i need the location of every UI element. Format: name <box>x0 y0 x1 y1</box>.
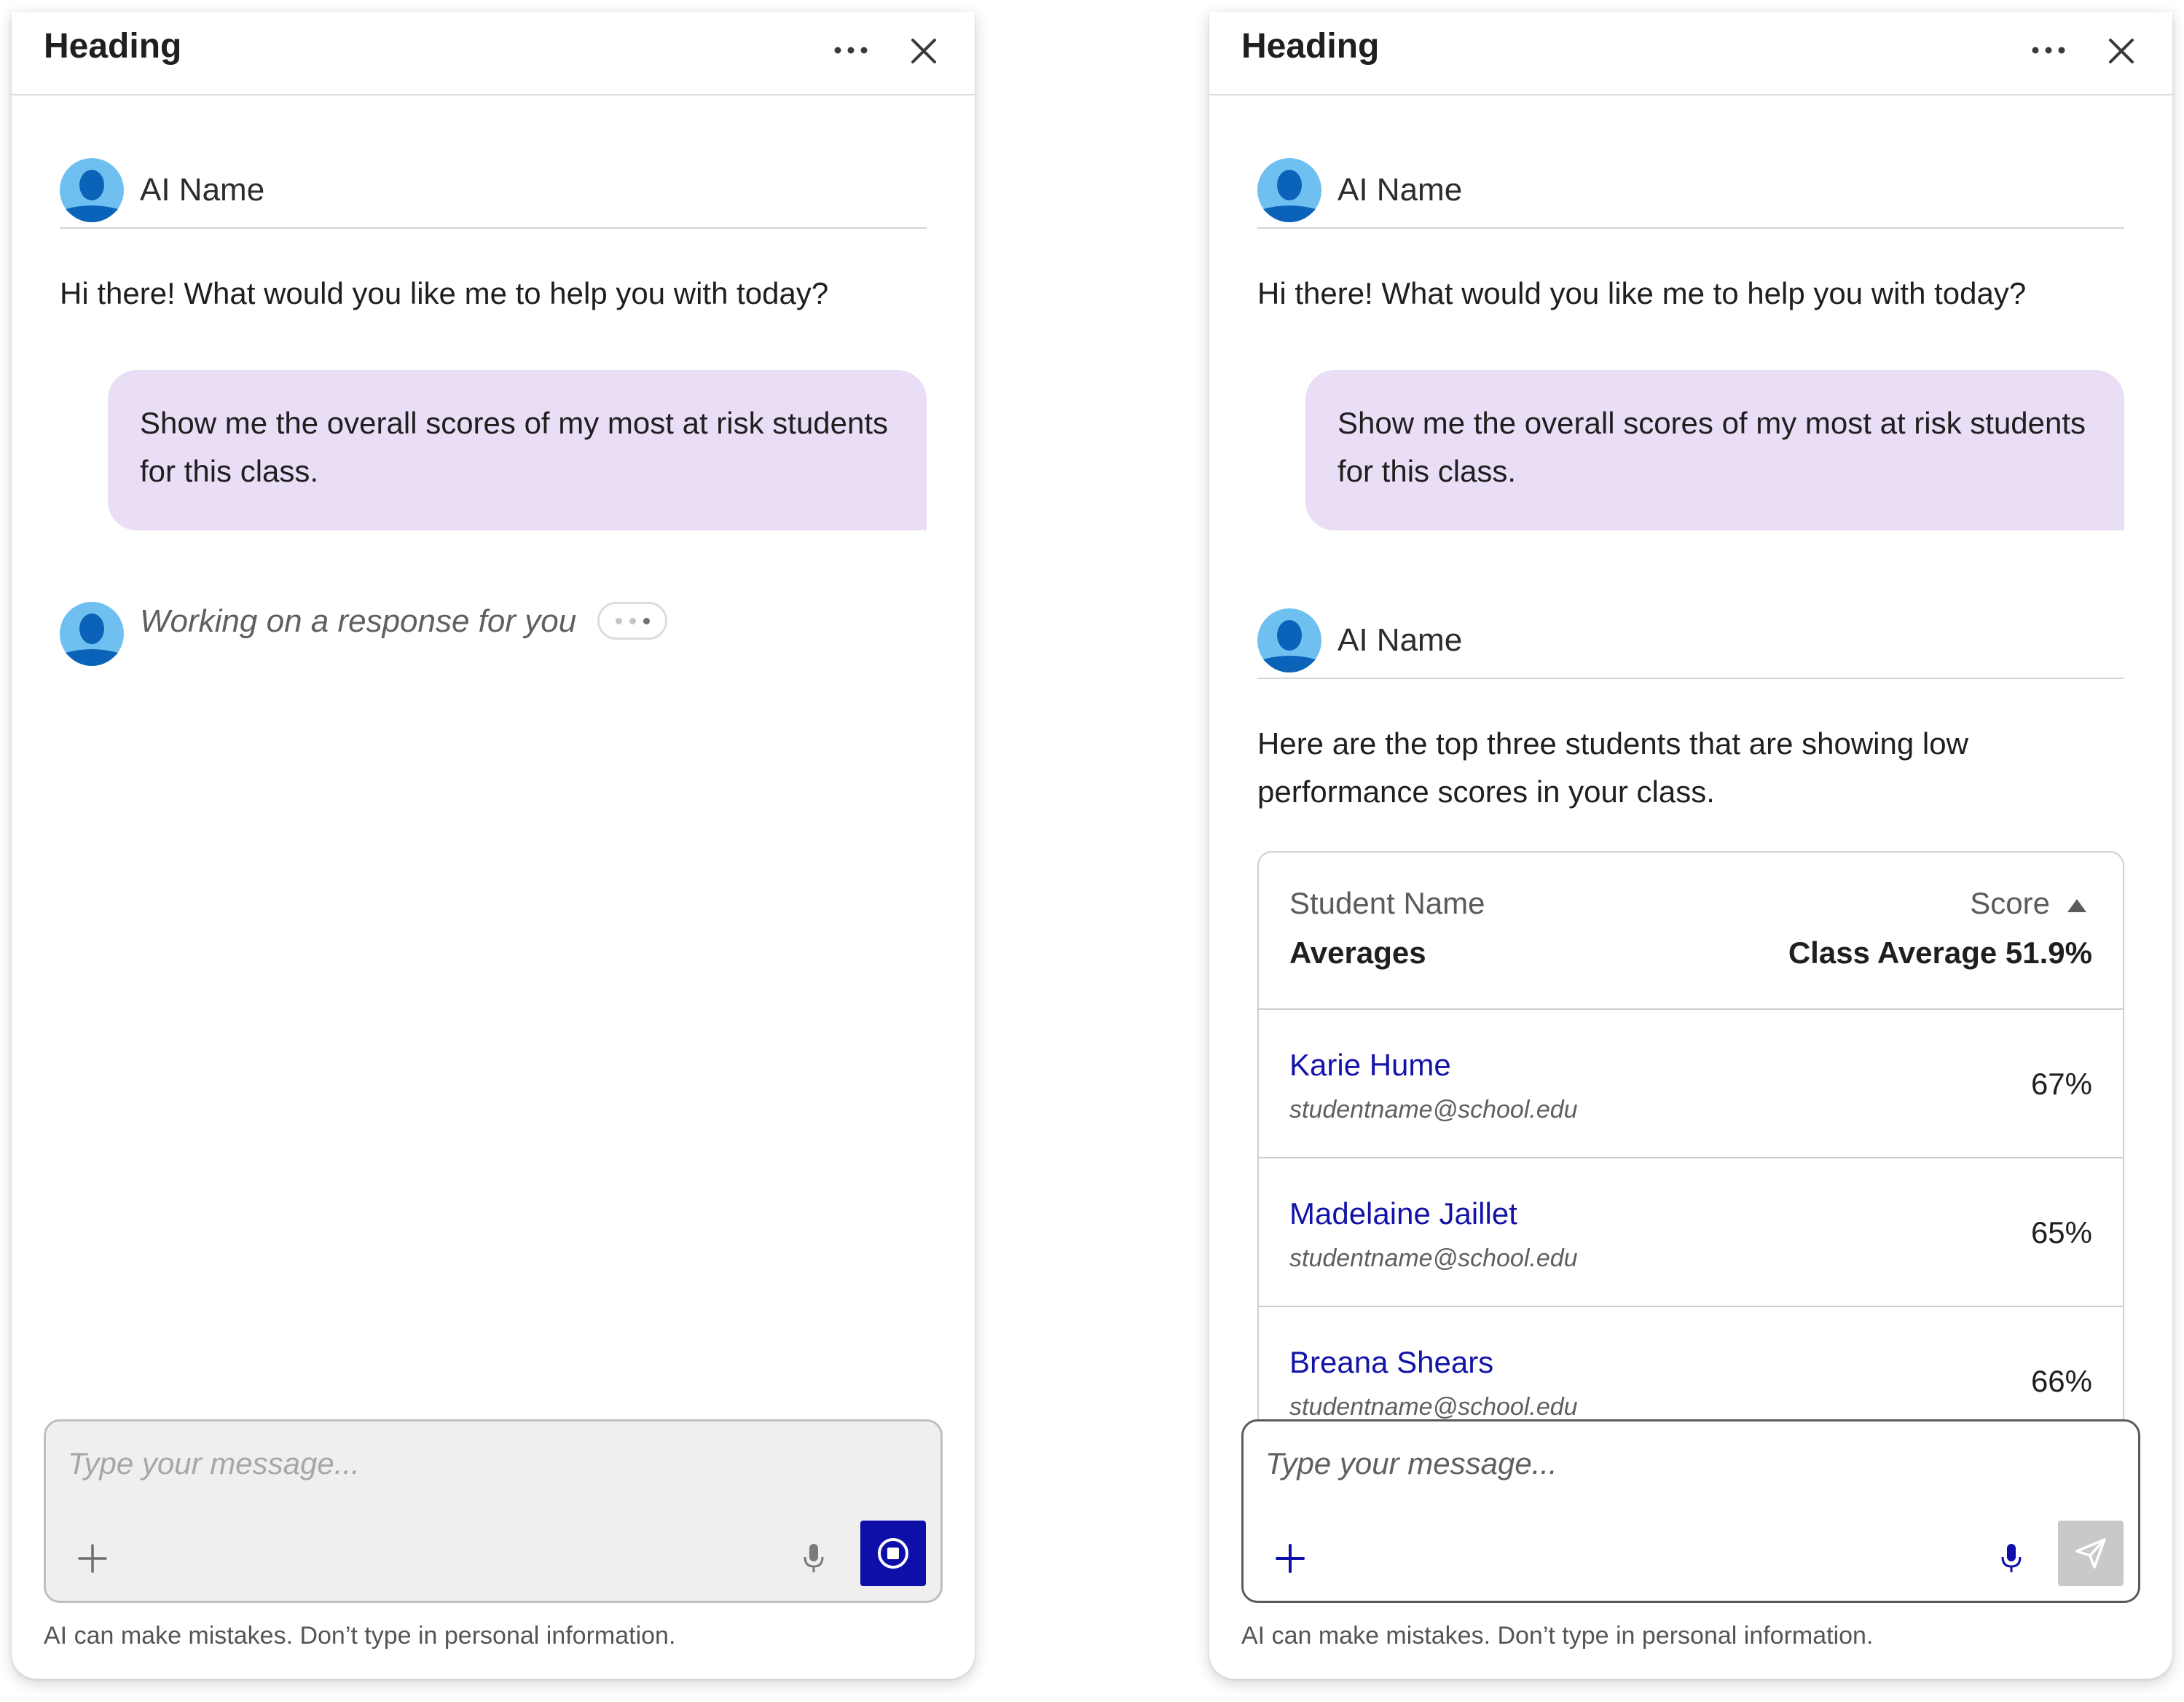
message-input[interactable] <box>1265 1446 2116 1481</box>
ai-header: AI Name <box>1257 152 2124 229</box>
panel-heading: Heading <box>44 27 182 66</box>
student-name-link[interactable]: Karie Hume <box>1289 1048 1451 1083</box>
column-header-student-name[interactable]: Student Name <box>1289 886 1485 921</box>
microphone-icon <box>804 1544 824 1572</box>
student-name-link[interactable]: Breana Shears <box>1289 1345 1493 1380</box>
table-row: Madelaine Jaillet studentname@school.edu… <box>1259 1158 2123 1307</box>
student-score: 67% <box>2030 1067 2092 1101</box>
panel-heading: Heading <box>1241 27 1380 66</box>
user-message-bubble: Show me the overall scores of my most at… <box>108 370 927 530</box>
avatar-icon <box>1257 608 1321 672</box>
typing-indicator <box>597 602 667 640</box>
panel-header: Heading <box>12 12 975 95</box>
student-email: studentname@school.edu <box>1289 1096 1578 1123</box>
working-status-text: Working on a response for you <box>140 603 577 639</box>
close-button[interactable] <box>903 31 944 71</box>
student-score: 66% <box>2030 1364 2092 1398</box>
disclaimer-text: AI can make mistakes. Don’t type in pers… <box>1241 1622 1874 1650</box>
panel-header: Heading <box>1209 12 2172 95</box>
student-email: studentname@school.edu <box>1289 1244 1578 1272</box>
user-message-bubble: Show me the overall scores of my most at… <box>1305 370 2124 530</box>
averages-label: Averages <box>1289 936 1426 970</box>
student-email: studentname@school.edu <box>1289 1393 1578 1419</box>
avatar-icon <box>1257 158 1321 222</box>
ai-name: AI Name <box>1337 622 1463 658</box>
avatar-icon <box>60 602 124 666</box>
add-attachment-button[interactable] <box>1270 1538 1311 1579</box>
stop-generating-button[interactable] <box>860 1521 926 1586</box>
table-row: Breana Shears studentname@school.edu 66% <box>1259 1307 2123 1419</box>
message-composer <box>44 1419 943 1603</box>
sort-ascending-icon[interactable] <box>2066 898 2088 914</box>
add-attachment-button[interactable] <box>72 1538 113 1579</box>
plus-icon <box>1276 1544 1305 1573</box>
disclaimer-text: AI can make mistakes. Don’t type in pers… <box>44 1622 676 1650</box>
student-score: 65% <box>2030 1215 2092 1250</box>
table-row: Karie Hume studentname@school.edu 67% <box>1259 1010 2123 1158</box>
ai-header: AI Name <box>60 152 927 229</box>
scores-table-scroll-area[interactable]: Student Name Score Averages Class Averag… <box>1257 851 2124 1419</box>
ai-greeting: Hi there! What would you like me to help… <box>1257 276 2027 310</box>
ai-greeting: Hi there! What would you like me to help… <box>60 276 829 310</box>
column-header-score[interactable]: Score <box>1970 886 2050 921</box>
close-icon <box>911 39 936 63</box>
microphone-icon <box>2001 1544 2022 1572</box>
chat-panel-response: Heading AI Name Hi there! What would you… <box>1209 12 2172 1679</box>
ai-response-text: Here are the top three students that are… <box>1257 726 1968 809</box>
ai-response-header: AI Name <box>1257 602 2124 679</box>
message-input[interactable] <box>68 1446 919 1481</box>
class-average-value: Class Average 51.9% <box>1788 936 2092 970</box>
student-name-link[interactable]: Madelaine Jaillet <box>1289 1196 1517 1231</box>
microphone-button[interactable] <box>1992 1538 2030 1579</box>
more-horizontal-icon <box>2032 47 2065 54</box>
avatar-icon <box>60 158 124 222</box>
more-options-button[interactable] <box>2027 32 2070 68</box>
send-button[interactable] <box>2058 1521 2124 1586</box>
close-icon <box>2109 39 2134 63</box>
more-horizontal-icon <box>834 47 868 54</box>
microphone-button[interactable] <box>795 1538 833 1579</box>
table-header: Student Name Score Averages Class Averag… <box>1259 852 2123 1010</box>
scores-table: Student Name Score Averages Class Averag… <box>1257 851 2124 1419</box>
close-button[interactable] <box>2101 31 2142 71</box>
message-composer <box>1241 1419 2140 1603</box>
more-options-button[interactable] <box>829 32 873 68</box>
stop-icon <box>878 1538 908 1569</box>
chat-panel-generating: Heading AI Name Hi there! What would you… <box>12 12 975 1679</box>
plus-icon <box>78 1544 107 1573</box>
ai-name: AI Name <box>1337 172 1463 208</box>
send-icon <box>2075 1538 2106 1569</box>
ai-name: AI Name <box>140 172 265 208</box>
